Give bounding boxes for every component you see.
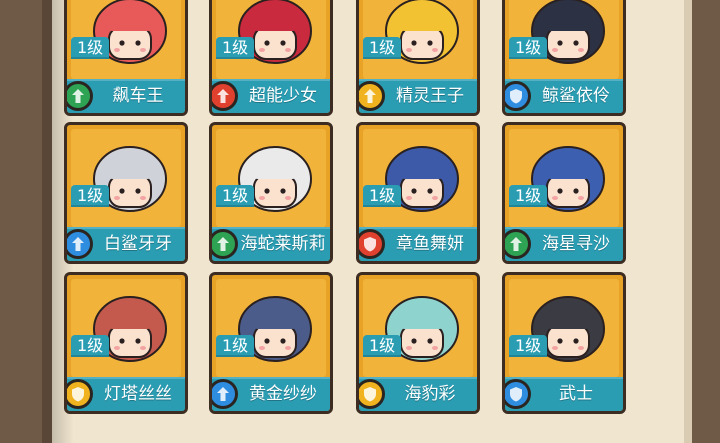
nameplate: 章鱼舞妍 [359, 227, 477, 261]
character-card[interactable]: 1级章鱼舞妍 [356, 122, 480, 264]
level-label: 1级 [71, 335, 110, 357]
shield-icon [505, 379, 531, 409]
character-name: 精灵王子 [396, 86, 464, 106]
nameplate: 海蛇莱斯莉 [212, 227, 330, 261]
level-label: 1级 [71, 37, 110, 59]
nameplate: 黄金纱纱 [212, 377, 330, 411]
character-name: 章鱼舞妍 [396, 234, 464, 254]
nameplate: 飙车王 [67, 79, 185, 113]
character-card[interactable]: 1级鲸鲨依伶 [502, 0, 626, 116]
character-name: 鲸鲨依伶 [542, 86, 610, 106]
character-card[interactable]: 1级精灵王子 [356, 0, 480, 116]
shield-icon [359, 229, 385, 259]
character-card[interactable]: 1级武士 [502, 272, 626, 414]
nameplate: 超能少女 [212, 79, 330, 113]
rank-up-icon [212, 379, 238, 409]
character-name: 武士 [559, 384, 593, 404]
character-name: 白鲨牙牙 [104, 234, 172, 254]
rank-up-icon [212, 229, 238, 259]
level-label: 1级 [71, 185, 110, 207]
character-card[interactable]: 1级飙车王 [64, 0, 188, 116]
nameplate: 武士 [505, 377, 623, 411]
rank-up-icon [505, 229, 531, 259]
nameplate: 海豹彩 [359, 377, 477, 411]
level-label: 1级 [509, 335, 548, 357]
level-label: 1级 [216, 185, 255, 207]
nameplate: 精灵王子 [359, 79, 477, 113]
level-label: 1级 [216, 335, 255, 357]
character-card[interactable]: 1级超能少女 [209, 0, 333, 116]
character-name: 海蛇莱斯莉 [240, 234, 326, 254]
character-card[interactable]: 1级海豹彩 [356, 272, 480, 414]
nameplate: 白鲨牙牙 [67, 227, 185, 261]
level-label: 1级 [509, 185, 548, 207]
level-label: 1级 [363, 185, 402, 207]
character-name: 灯塔丝丝 [104, 384, 172, 404]
character-name: 海豹彩 [404, 384, 456, 404]
nameplate: 鲸鲨依伶 [505, 79, 623, 113]
rank-up-icon [359, 81, 385, 111]
character-card[interactable]: 1级黄金纱纱 [209, 272, 333, 414]
character-name: 黄金纱纱 [249, 384, 317, 404]
nameplate: 海星寻沙 [505, 227, 623, 261]
character-card[interactable]: 1级海星寻沙 [502, 122, 626, 264]
character-grid: 1级 飙车王 1级 超能少女 1级 精灵王子 1级 鲸鲨依伶 1级 白鲨牙牙 1级 海蛇莱斯莉 1级 章鱼… [0, 0, 720, 443]
level-label: 1级 [216, 37, 255, 59]
character-name: 海星寻沙 [542, 234, 610, 254]
character-card[interactable]: 1级白鲨牙牙 [64, 122, 188, 264]
level-label: 1级 [509, 37, 548, 59]
shield-icon [67, 379, 93, 409]
character-card[interactable]: 1级灯塔丝丝 [64, 272, 188, 414]
rank-up-icon [67, 229, 93, 259]
character-name: 超能少女 [249, 86, 317, 106]
level-label: 1级 [363, 37, 402, 59]
shield-icon [505, 81, 531, 111]
rank-up-icon [212, 81, 238, 111]
character-card[interactable]: 1级海蛇莱斯莉 [209, 122, 333, 264]
nameplate: 灯塔丝丝 [67, 377, 185, 411]
level-label: 1级 [363, 335, 402, 357]
shield-icon [359, 379, 385, 409]
rank-up-icon [67, 81, 93, 111]
character-name: 飙车王 [112, 86, 164, 106]
